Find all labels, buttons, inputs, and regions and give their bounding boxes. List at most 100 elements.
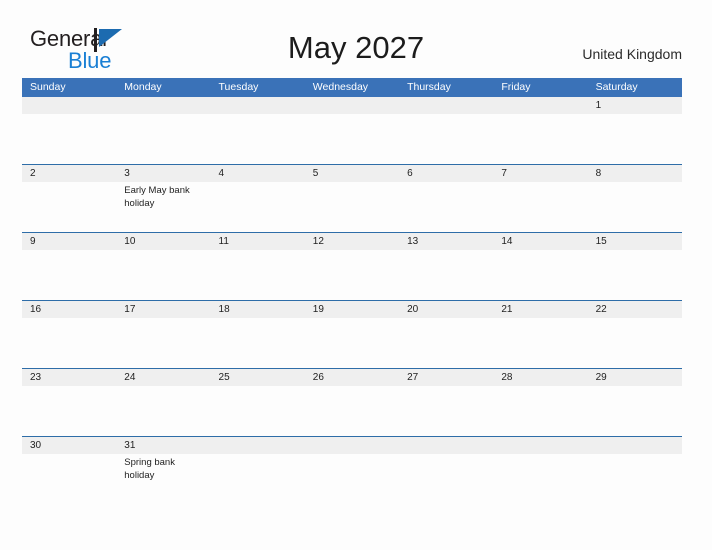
day-number-30[interactable]: 30 — [22, 437, 116, 454]
day-event-empty — [399, 182, 493, 232]
day-number-27[interactable]: 27 — [399, 369, 493, 386]
calendar-week-row: 23 24 25 26 27 28 29 — [22, 368, 682, 436]
day-number-15[interactable]: 15 — [588, 233, 682, 250]
day-event-empty — [211, 182, 305, 232]
day-event-empty — [22, 182, 116, 232]
weekday-header-monday: Monday — [124, 81, 162, 93]
day-event-empty — [588, 454, 682, 504]
day-event-empty — [588, 386, 682, 436]
page-header: General Blue May 2027 United Kingdom — [0, 0, 712, 75]
day-event-empty — [399, 114, 493, 164]
day-number-empty — [305, 437, 399, 454]
day-event-empty — [116, 114, 210, 164]
week-event-band: Spring bank holiday — [22, 454, 682, 504]
week-event-band — [22, 114, 682, 164]
week-event-band: Early May bank holiday — [22, 182, 682, 232]
day-number-2[interactable]: 2 — [22, 165, 116, 182]
calendar-week-row: 1 — [22, 97, 682, 164]
calendar-week-row: 2 3 4 5 6 7 8 Early May bank holiday — [22, 164, 682, 232]
day-number-14[interactable]: 14 — [493, 233, 587, 250]
week-event-band — [22, 318, 682, 368]
day-event-empty — [588, 182, 682, 232]
day-number-26[interactable]: 26 — [305, 369, 399, 386]
day-number-4[interactable]: 4 — [211, 165, 305, 182]
day-event-empty — [399, 318, 493, 368]
week-event-band — [22, 386, 682, 436]
day-number-empty — [399, 437, 493, 454]
day-number-3[interactable]: 3 — [116, 165, 210, 182]
day-number-19[interactable]: 19 — [305, 301, 399, 318]
day-number-empty — [211, 437, 305, 454]
weekday-header-sunday: Sunday — [30, 81, 66, 93]
week-date-band: 2345678 — [22, 165, 682, 182]
country-label: United Kingdom — [582, 46, 682, 62]
day-event-empty — [22, 250, 116, 300]
day-event-empty — [399, 250, 493, 300]
day-event-empty — [399, 386, 493, 436]
day-event-empty — [305, 250, 399, 300]
week-event-band — [22, 250, 682, 300]
weekday-header-thursday: Thursday — [407, 81, 451, 93]
day-number-12[interactable]: 12 — [305, 233, 399, 250]
day-event-empty — [305, 182, 399, 232]
day-number-17[interactable]: 17 — [116, 301, 210, 318]
weekday-header-friday: Friday — [501, 81, 531, 93]
day-event-empty — [493, 454, 587, 504]
calendar-week-row: 16 17 18 19 20 21 22 — [22, 300, 682, 368]
day-number-22[interactable]: 22 — [588, 301, 682, 318]
day-event-empty — [399, 454, 493, 504]
day-number-8[interactable]: 8 — [588, 165, 682, 182]
calendar-week-row: 30 31 Spring bank holiday — [22, 436, 682, 504]
day-event-empty — [22, 454, 116, 504]
calendar-grid: Sunday Monday Tuesday Wednesday Thursday Frid… — [22, 78, 682, 504]
day-number-11[interactable]: 11 — [211, 233, 305, 250]
day-number-16[interactable]: 16 — [22, 301, 116, 318]
day-event-empty — [493, 318, 587, 368]
day-number-empty — [493, 437, 587, 454]
day-number-empty — [493, 97, 587, 114]
weekday-header-wednesday: Wednesday — [312, 81, 369, 93]
day-number-20[interactable]: 20 — [399, 301, 493, 318]
day-event-empty — [116, 386, 210, 436]
day-event-empty — [211, 454, 305, 504]
week-date-band: 23 24 25 26 27 28 29 — [22, 369, 682, 386]
day-number-9[interactable]: 9 — [22, 233, 116, 250]
day-number-18[interactable]: 18 — [211, 301, 305, 318]
day-event-empty — [493, 182, 587, 232]
day-number-13[interactable]: 13 — [399, 233, 493, 250]
day-number-10[interactable]: 10 — [116, 233, 210, 250]
day-number-5[interactable]: 5 — [305, 165, 399, 182]
day-number-6[interactable]: 6 — [399, 165, 493, 182]
day-event-empty — [305, 114, 399, 164]
day-number-25[interactable]: 25 — [211, 369, 305, 386]
day-event-empty — [211, 386, 305, 436]
day-event-empty — [116, 250, 210, 300]
day-event-empty — [22, 318, 116, 368]
day-number-29[interactable]: 29 — [588, 369, 682, 386]
day-event-empty — [211, 318, 305, 368]
day-event-empty — [493, 114, 587, 164]
day-number-23[interactable]: 23 — [22, 369, 116, 386]
calendar-weekday-header: Sunday Monday Tuesday Wednesday Thursday Frid… — [22, 78, 682, 97]
day-number-28[interactable]: 28 — [493, 369, 587, 386]
day-event-empty — [588, 250, 682, 300]
day-event-empty — [493, 386, 587, 436]
day-event-text[interactable]: Early May bank holiday — [116, 182, 210, 232]
week-date-band: 16 17 18 19 20 21 22 — [22, 301, 682, 318]
day-number-empty — [588, 437, 682, 454]
day-event-empty — [22, 114, 116, 164]
day-number-empty — [22, 97, 116, 114]
day-number-31[interactable]: 31 — [116, 437, 210, 454]
day-number-7[interactable]: 7 — [493, 165, 587, 182]
day-event-empty — [305, 454, 399, 504]
day-event-empty — [305, 318, 399, 368]
day-number-21[interactable]: 21 — [493, 301, 587, 318]
day-event-text[interactable]: Spring bank holiday — [116, 454, 210, 504]
day-event-empty — [588, 318, 682, 368]
day-number-24[interactable]: 24 — [116, 369, 210, 386]
weekday-header-tuesday: Tuesday — [218, 81, 259, 93]
day-event-empty — [493, 250, 587, 300]
day-number-1[interactable]: 1 — [588, 97, 682, 114]
day-number-empty — [116, 97, 210, 114]
week-date-band: 30 31 — [22, 437, 682, 454]
